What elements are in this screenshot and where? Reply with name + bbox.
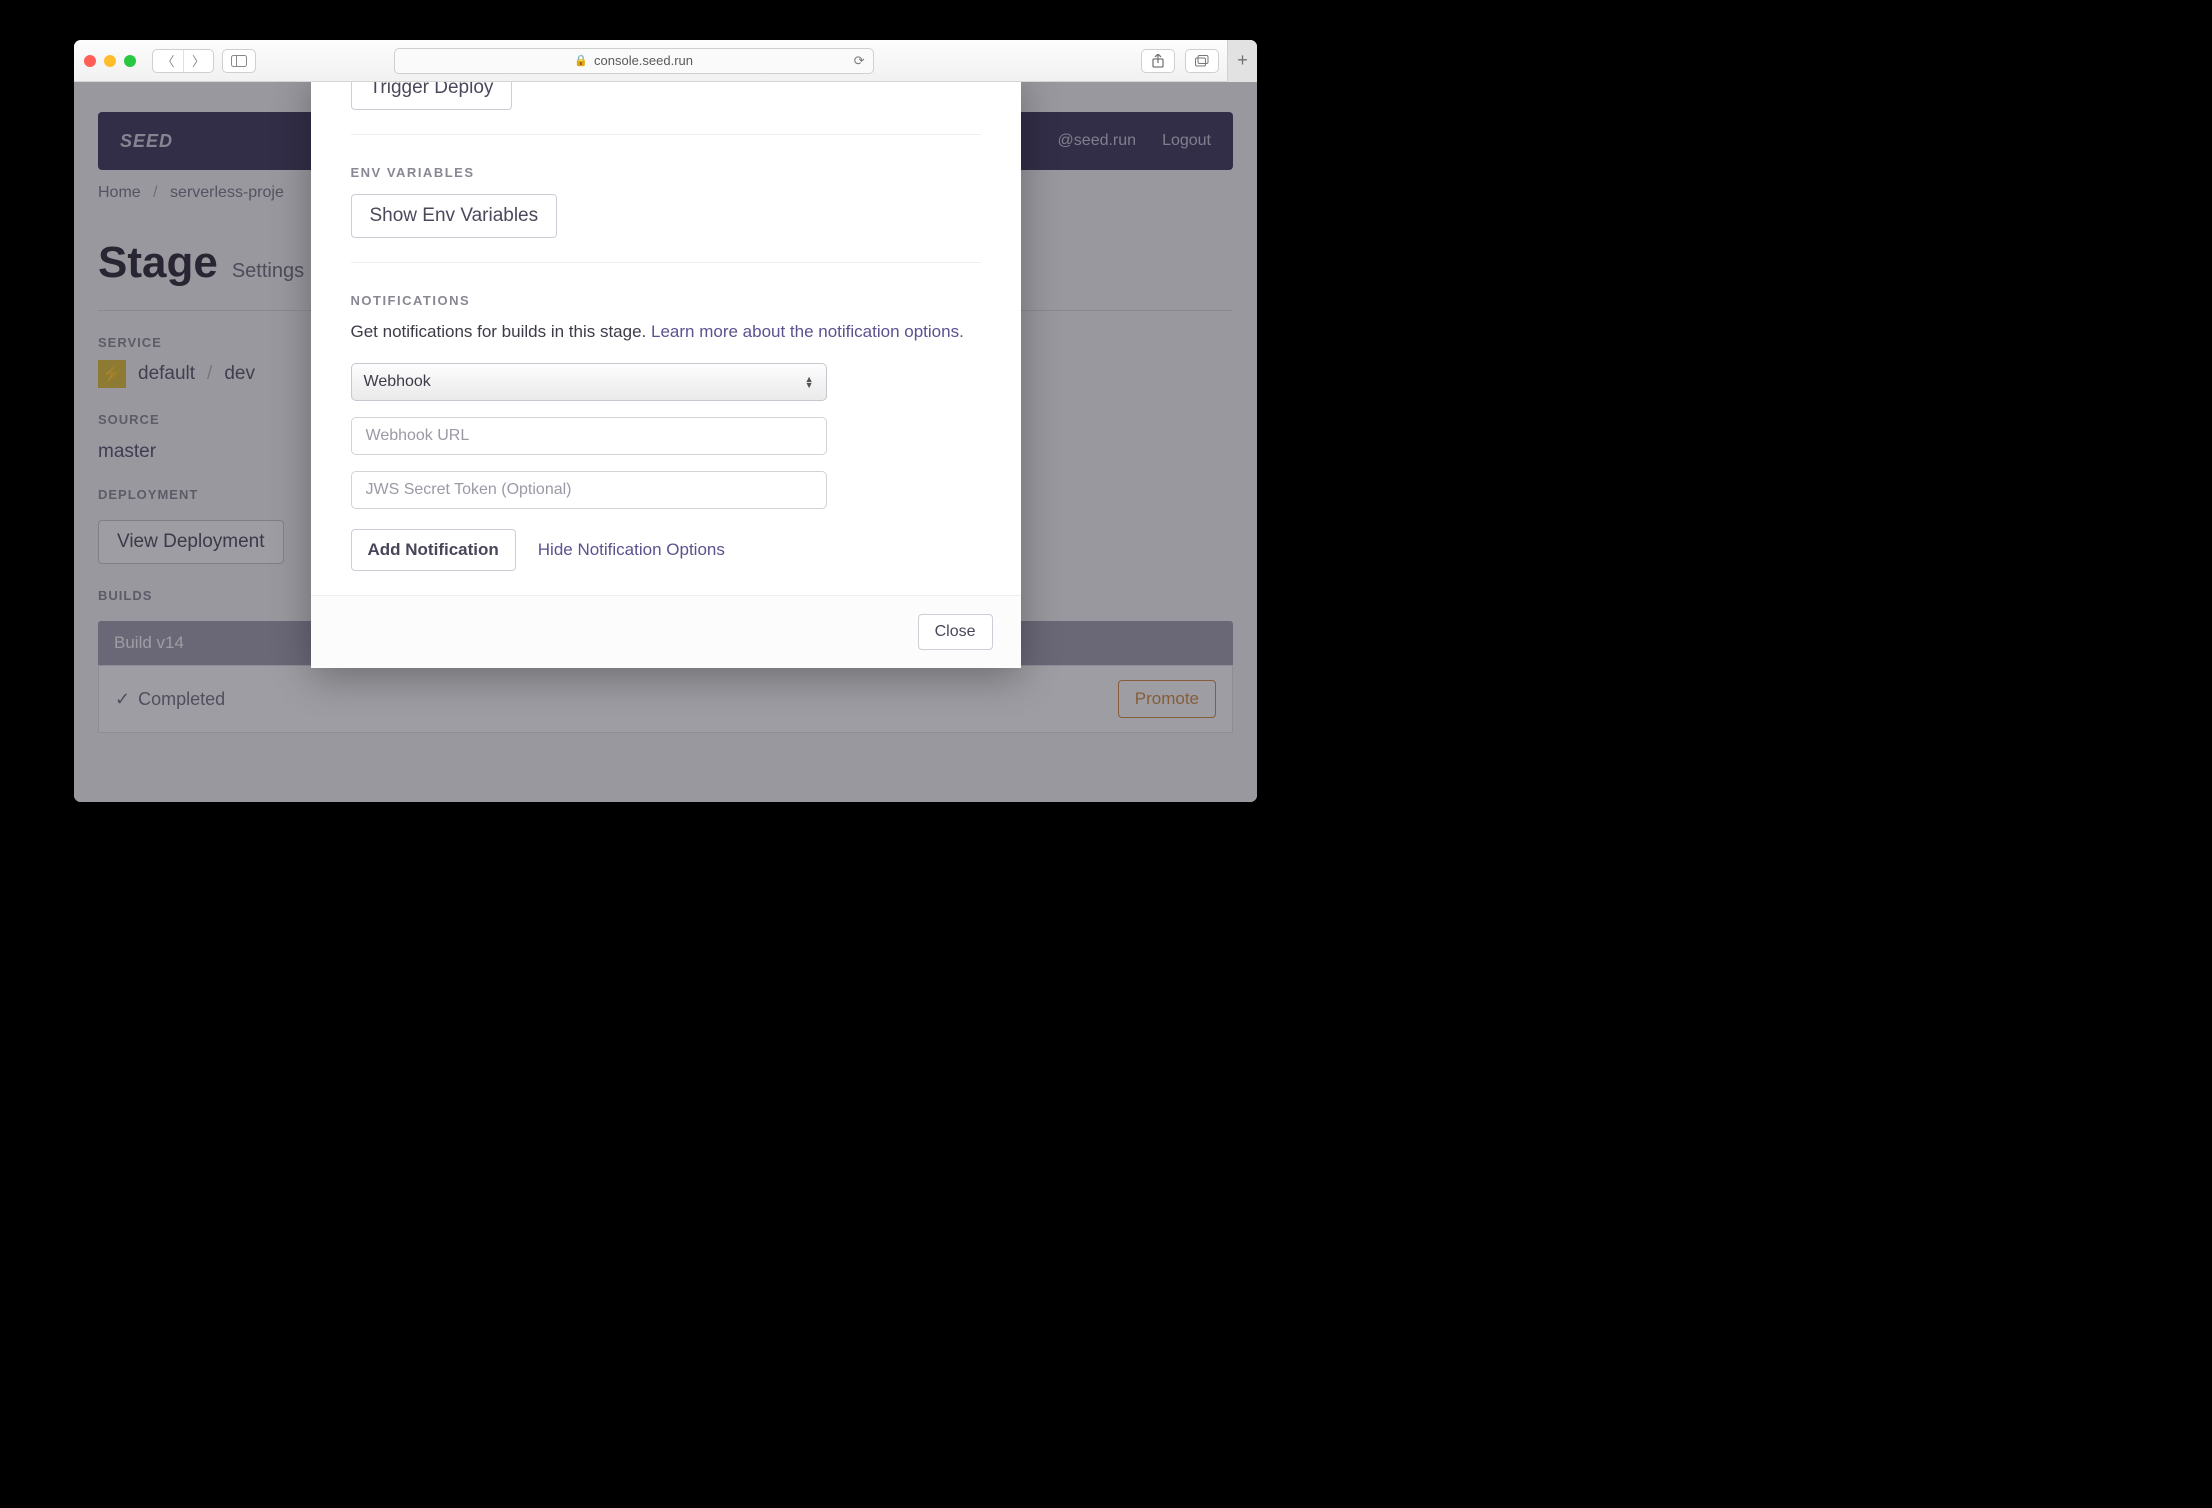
notification-type-select[interactable]: Webhook ▲▼ xyxy=(351,363,827,401)
lock-icon: 🔒 xyxy=(574,54,588,67)
maximize-window-icon[interactable] xyxy=(124,55,136,67)
traffic-lights xyxy=(84,55,136,67)
notification-actions: Add Notification Hide Notification Optio… xyxy=(351,529,981,571)
webhook-url-input[interactable] xyxy=(351,417,827,455)
back-button[interactable]: 〈 xyxy=(153,50,183,72)
close-button[interactable]: Close xyxy=(918,614,993,650)
notifications-text: Get notifications for builds in this sta… xyxy=(351,320,981,345)
toolbar-right xyxy=(1141,49,1219,73)
env-variables-label: ENV VARIABLES xyxy=(351,135,981,180)
notifications-desc: Get notifications for builds in this sta… xyxy=(351,322,652,341)
hide-notification-options-link[interactable]: Hide Notification Options xyxy=(538,540,725,560)
browser-window: 〈 〉 🔒 console.seed.run ⟳ + SEED @seed.ru… xyxy=(74,40,1257,802)
sidebar-toggle-icon[interactable] xyxy=(222,49,256,73)
close-window-icon[interactable] xyxy=(84,55,96,67)
add-notification-button[interactable]: Add Notification xyxy=(351,529,516,571)
minimize-window-icon[interactable] xyxy=(104,55,116,67)
jws-token-input[interactable] xyxy=(351,471,827,509)
tabs-icon[interactable] xyxy=(1185,49,1219,73)
trigger-deploy-button[interactable]: Trigger Deploy xyxy=(351,82,513,110)
address-bar[interactable]: 🔒 console.seed.run ⟳ xyxy=(394,48,874,74)
select-value: Webhook xyxy=(364,373,431,391)
learn-more-link[interactable]: Learn more about the notification option… xyxy=(651,322,964,341)
forward-button[interactable]: 〉 xyxy=(183,50,213,72)
modal-footer: Close xyxy=(311,595,1021,668)
refresh-icon[interactable]: ⟳ xyxy=(854,53,865,69)
new-tab-button[interactable]: + xyxy=(1227,40,1257,82)
show-env-button[interactable]: Show Env Variables xyxy=(351,194,558,238)
url-text: console.seed.run xyxy=(594,53,693,68)
viewport: SEED @seed.run Logout Home / serverless-… xyxy=(74,82,1257,802)
notifications-label: NOTIFICATIONS xyxy=(351,263,981,308)
nav-buttons: 〈 〉 xyxy=(152,49,214,73)
titlebar: 〈 〉 🔒 console.seed.run ⟳ + xyxy=(74,40,1257,82)
settings-modal: Trigger Deploy ENV VARIABLES Show Env Va… xyxy=(311,82,1021,668)
share-icon[interactable] xyxy=(1141,49,1175,73)
chevron-updown-icon: ▲▼ xyxy=(805,376,814,388)
